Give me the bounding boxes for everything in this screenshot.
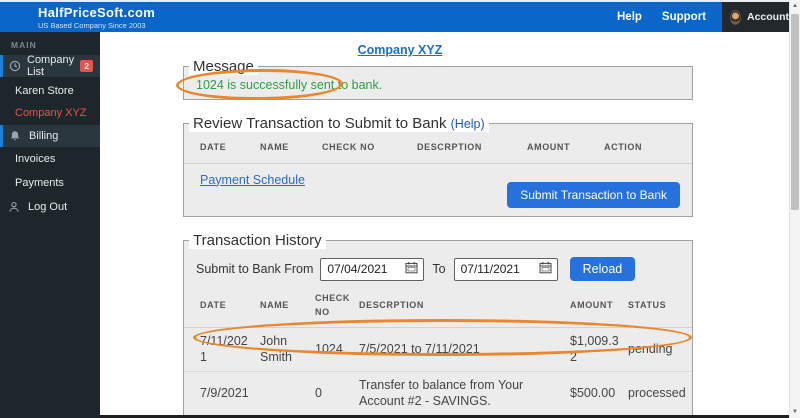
review-table: DATE NAME CHECK NO DESCRPTION AMOUNT ACT… (184, 132, 692, 164)
cell-date: 7/11/2021 (184, 328, 256, 372)
sidebar: MAIN Company List 2 Karen Store Company … (0, 32, 100, 418)
message-section: Message 1024 is successfully sent to ban… (183, 58, 693, 100)
topbar-right-group: Help Support Account (617, 2, 789, 32)
column-header: NAME (256, 132, 318, 163)
from-date-label: Submit to Bank From (196, 262, 313, 276)
app-window: HalfPriceSoft.com US Based Company Since… (0, 0, 800, 418)
review-section: Review Transaction to Submit to Bank (He… (183, 115, 693, 217)
cell-check-no: 1024 (311, 328, 355, 372)
transaction-history-section: Transaction History Submit to Bank From … (183, 232, 693, 418)
avatar (730, 10, 741, 25)
history-table: DATE NAME CHECK NO DESCRPTION AMOUNT STA… (184, 283, 692, 418)
cell-name: John Smith (256, 328, 311, 372)
column-header: DATE (184, 283, 256, 328)
cell-name (256, 372, 311, 416)
account-label: Account (747, 11, 789, 23)
sidebar-item-label: Invoices (15, 153, 55, 165)
history-legend: Transaction History (189, 232, 326, 249)
logout-person-icon (8, 201, 22, 213)
cell-check-no: 0 (311, 372, 355, 416)
logo-subtitle: US Based Company Since 2003 (38, 21, 155, 30)
cell-status: processed (624, 372, 692, 416)
from-date-input[interactable]: 07/04/2021 (320, 258, 424, 281)
help-link[interactable]: Help (617, 11, 642, 23)
column-header: CHECK NO (311, 283, 355, 328)
cell-date: 7/9/2021 (184, 372, 256, 416)
sidebar-section-label: MAIN (0, 32, 100, 50)
history-table-header-row: DATE NAME CHECK NO DESCRPTION AMOUNT STA… (184, 283, 692, 328)
column-header: NAME (256, 283, 311, 328)
scrollbar-thumb[interactable] (791, 14, 799, 210)
cell-description: Transfer to balance from Your Account #2… (355, 372, 566, 416)
column-header: AMOUNT (523, 132, 600, 163)
sidebar-item-label: Log Out (28, 201, 67, 213)
sidebar-item-company-list[interactable]: Company List 2 (0, 55, 100, 77)
calendar-icon[interactable] (405, 261, 418, 277)
page-title: Company XYZ (100, 41, 700, 59)
sidebar-item-label: Company List (27, 54, 80, 78)
success-message: 1024 is successfully sent to bank. (184, 75, 692, 92)
to-date-input[interactable]: 07/11/2021 (454, 258, 558, 281)
sidebar-item-invoices[interactable]: Invoices (0, 149, 100, 169)
column-header: CHECK NO (318, 132, 413, 163)
reload-button[interactable]: Reload (570, 257, 636, 281)
payment-schedule-link[interactable]: Payment Schedule (200, 173, 305, 187)
column-header: DESCRPTION (413, 132, 523, 163)
column-header: STATUS (624, 283, 692, 328)
message-legend: Message (189, 58, 258, 75)
review-legend: Review Transaction to Submit to Bank (He… (189, 115, 489, 132)
sidebar-item-billing[interactable]: Billing (0, 125, 100, 147)
logo-title: HalfPriceSoft.com (38, 5, 155, 20)
sidebar-item-payments[interactable]: Payments (0, 173, 100, 193)
cell-status: pending (624, 328, 692, 372)
main-content: Company XYZ Message 1024 is successfully… (100, 32, 789, 418)
sidebar-item-label: Karen Store (15, 85, 74, 97)
vertical-scrollbar[interactable]: ▲ ▼ (789, 0, 800, 418)
top-navigation-bar: HalfPriceSoft.com US Based Company Since… (0, 2, 789, 32)
sidebar-item-label: Billing (29, 130, 58, 142)
sidebar-item-karen-store[interactable]: Karen Store (0, 81, 100, 101)
logo: HalfPriceSoft.com US Based Company Since… (38, 5, 155, 30)
sidebar-item-label: Company XYZ (15, 107, 87, 119)
column-header: DATE (184, 132, 256, 163)
history-filter-row: Submit to Bank From 07/04/2021 To 07/11/… (184, 249, 692, 283)
account-menu[interactable]: Account (722, 2, 789, 32)
cell-description: 7/5/2021 to 7/11/2021 (355, 328, 566, 372)
company-count-badge: 2 (80, 60, 93, 73)
column-header: AMOUNT (566, 283, 624, 328)
sidebar-item-company-xyz[interactable]: Company XYZ (0, 103, 100, 123)
table-row: 7/9/2021 0 Transfer to balance from Your… (184, 372, 692, 416)
to-date-value: 07/11/2021 (461, 262, 520, 276)
scrollbar-up-arrow-icon[interactable]: ▲ (790, 3, 800, 9)
company-xyz-link[interactable]: Company XYZ (358, 43, 443, 57)
to-date-label: To (432, 262, 445, 276)
sidebar-item-label: Payments (15, 177, 64, 189)
column-header: ACTION (600, 132, 692, 163)
support-link[interactable]: Support (662, 11, 706, 23)
billing-icon (9, 130, 23, 142)
from-date-value: 07/04/2021 (327, 262, 387, 276)
dashboard-icon (9, 60, 21, 72)
sidebar-item-log-out[interactable]: Log Out (0, 196, 100, 218)
calendar-icon[interactable] (539, 261, 552, 277)
review-legend-text: Review Transaction to Submit to Bank (193, 115, 446, 132)
submit-transaction-button[interactable]: Submit Transaction to Bank (507, 182, 680, 208)
cell-amount: $1,009.32 (566, 328, 624, 372)
column-header: DESCRPTION (355, 283, 566, 328)
cell-amount: $500.00 (566, 372, 624, 416)
scrollbar-down-arrow-icon[interactable]: ▼ (790, 409, 800, 415)
review-table-header-row: DATE NAME CHECK NO DESCRPTION AMOUNT ACT… (184, 132, 692, 163)
table-row: 7/11/2021 John Smith 1024 7/5/2021 to 7/… (184, 328, 692, 372)
review-help-link[interactable]: (Help) (451, 117, 485, 131)
